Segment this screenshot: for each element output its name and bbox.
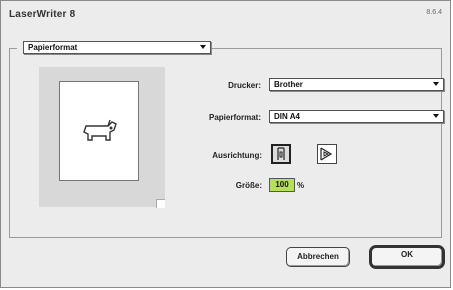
printer-popup[interactable]: Brother [269, 78, 444, 91]
chevron-down-icon [433, 82, 439, 86]
cancel-button[interactable]: Abbrechen [286, 247, 350, 267]
panel-popup[interactable]: Papierformat [23, 41, 211, 54]
ok-button[interactable]: OK [369, 245, 445, 269]
panel-popup-value: Papierformat [28, 43, 78, 52]
scale-unit: % [297, 181, 305, 190]
printer-label: Drucker: [228, 81, 261, 90]
paper-size-label: Papierformat: [208, 113, 261, 122]
version-label: 8.6.4 [426, 9, 442, 16]
landscape-orientation-button[interactable] [317, 144, 337, 164]
preview-paper [59, 81, 139, 181]
paper-size-popup[interactable]: DIN A4 [269, 110, 444, 123]
orientation-label: Ausrichtung: [212, 151, 262, 160]
landscape-dog-icon [320, 147, 333, 161]
page-setup-dialog: LaserWriter 8 8.6.4 Papierformat Drucker… [0, 0, 451, 288]
scale-input[interactable]: 100 [269, 178, 295, 192]
portrait-orientation-button[interactable] [271, 144, 291, 164]
printer-value: Brother [274, 80, 303, 89]
dialog-title: LaserWriter 8 [9, 9, 76, 20]
dogcow-icon [83, 119, 117, 141]
chevron-down-icon [200, 45, 206, 49]
chevron-down-icon [433, 114, 439, 118]
paper-size-value: DIN A4 [274, 112, 300, 121]
scale-label: Größe: [235, 181, 262, 190]
portrait-dog-icon [277, 147, 285, 160]
paper-corner-fold [156, 199, 165, 208]
